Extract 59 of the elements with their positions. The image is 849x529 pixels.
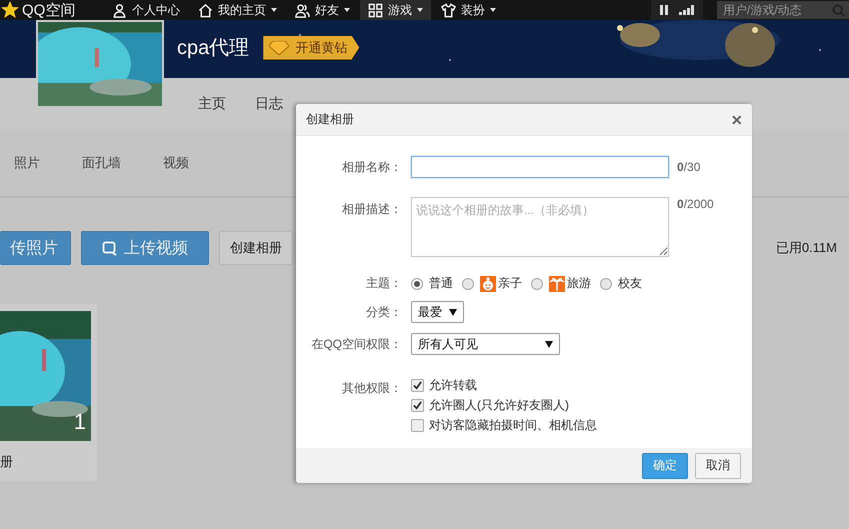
album-tab[interactable]: 照片 [14, 154, 40, 172]
search-icon[interactable] [832, 4, 845, 16]
field-label: 分类： [365, 304, 402, 320]
create-album-button[interactable]: 创建相册 [219, 231, 293, 265]
radio-label: 亲子 [498, 275, 522, 292]
checkbox-label: 允许圈人(只允许好友圈人) [429, 397, 569, 414]
cancel-button[interactable]: 取消 [695, 452, 741, 478]
storage-usage: 已用0.11M [776, 239, 837, 257]
home-icon [198, 2, 213, 18]
top-nav-item[interactable]: 个人中心 [104, 0, 188, 20]
top-nav-item[interactable]: 我的主页 [190, 0, 285, 20]
input-field[interactable] [411, 156, 669, 178]
permission-dropdown[interactable]: 所有人可见 [411, 333, 560, 355]
radio-label: 旅游 [567, 275, 591, 292]
album-tab[interactable]: 视频 [163, 154, 189, 172]
baby-face-icon [480, 276, 496, 292]
field-label: 主题： [365, 275, 402, 292]
caret-icon [545, 340, 553, 348]
close-button[interactable]: × [731, 110, 742, 128]
palm-tree-icon [549, 276, 565, 292]
field-label: 在QQ空间权限： [310, 336, 402, 352]
top-nav-item[interactable]: 装扮 [433, 0, 504, 20]
top-nav-item[interactable]: 好友 [287, 0, 358, 20]
checkbox[interactable] [411, 379, 424, 392]
logo-text[interactable]: QQ空间 [22, 0, 76, 20]
checkbox-label: 对访客隐藏拍摄时间、相机信息 [429, 417, 597, 434]
radio-button[interactable] [411, 278, 423, 290]
description-field[interactable]: 说说这个相册的故事...（非必填） [411, 197, 669, 257]
radio-button[interactable] [462, 278, 474, 290]
checkbox[interactable] [411, 419, 424, 432]
star-logo-icon [0, 0, 20, 20]
people-icon [295, 2, 310, 18]
person-icon [112, 2, 127, 18]
char-counter: 0/2000 [677, 197, 714, 211]
profile-nav-item[interactable]: 日志 [255, 95, 283, 113]
field-label: 其他权限： [341, 380, 402, 397]
tshirt-icon [441, 2, 456, 18]
album-tab[interactable]: 面孔墙 [82, 154, 121, 172]
field-label: 相册描述： [341, 201, 402, 218]
caret-icon [449, 308, 457, 316]
album-title: 册 [0, 453, 14, 471]
radio-label: 普通 [429, 275, 453, 292]
radio-label: 校友 [618, 275, 642, 292]
pause-icon[interactable] [659, 5, 669, 15]
bar-chart-icon[interactable] [679, 5, 695, 15]
photo-count: 1 [74, 409, 86, 435]
search-field[interactable]: 用户/游戏/动态 [717, 1, 849, 19]
radio-button[interactable] [531, 278, 543, 290]
profile-nav-item[interactable]: 主页 [198, 95, 226, 113]
category-dropdown[interactable]: 最爱 [411, 301, 464, 323]
char-counter: 0/30 [677, 160, 700, 174]
top-nav-item[interactable]: 游戏 [360, 0, 431, 20]
dialog-title: 创建相册 [306, 111, 354, 128]
checkbox[interactable] [411, 399, 424, 412]
grid-icon [368, 2, 383, 18]
radio-button[interactable] [600, 278, 612, 290]
checkbox-label: 允许转载 [429, 377, 477, 394]
field-label: 相册名称： [341, 158, 402, 176]
album-card[interactable]: 1 册 [0, 304, 97, 481]
